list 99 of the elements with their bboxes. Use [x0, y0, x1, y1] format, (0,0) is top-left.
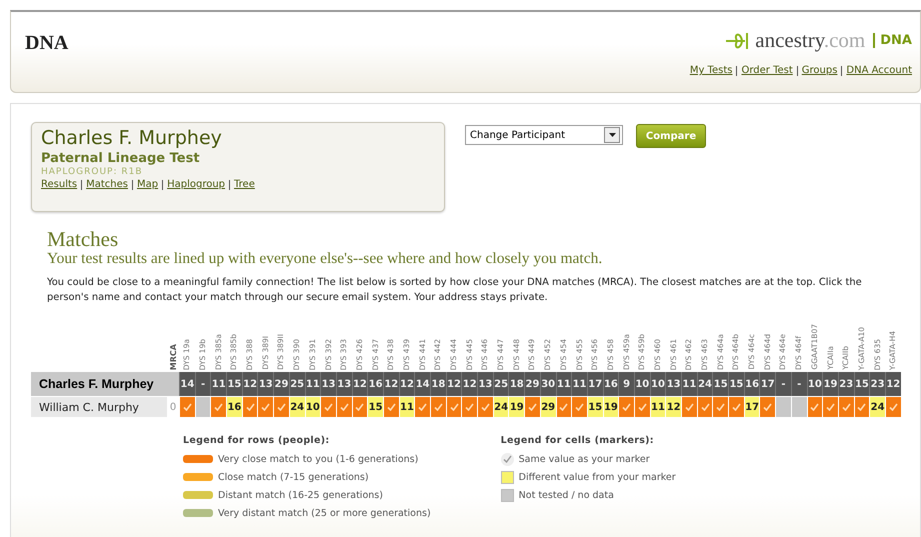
marker-value: 11: [304, 372, 320, 396]
test-name: Paternal Lineage Test: [41, 151, 201, 166]
marker-value: 16: [602, 372, 618, 396]
legend-title: Legend for cells (markers):: [500, 435, 655, 446]
marker-value: -: [775, 372, 791, 396]
match-cell: 24: [869, 397, 885, 417]
marker-value: 17: [759, 372, 776, 396]
match-name[interactable]: William C. Murphy: [31, 397, 167, 417]
marker-value: 14: [414, 372, 430, 396]
match-cell: 12: [665, 397, 681, 417]
marker-value: 25: [492, 372, 508, 396]
legend-title: Legend for rows (people):: [183, 435, 330, 446]
marker-value: 9: [618, 372, 634, 396]
marker-value: 29: [524, 372, 540, 396]
marker-value: 17: [586, 372, 603, 396]
marker-value: 10: [806, 372, 822, 396]
marker-value: 15: [854, 372, 870, 396]
match-cell: 19: [508, 397, 524, 417]
marker-value: 18: [508, 372, 524, 396]
marker-value: 12: [352, 372, 368, 396]
participant-link[interactable]: Haplogroup: [167, 179, 226, 190]
check-icon: [528, 403, 537, 411]
check-icon: [763, 403, 772, 411]
check-icon: [386, 403, 396, 411]
marker-value: 23: [838, 372, 854, 396]
marker-value: 13: [336, 372, 352, 396]
participant-name: Charles F. Murphey: [41, 127, 223, 149]
legend-label: Very close match to you (1-6 generations): [218, 454, 418, 464]
row-name: Charles F. Murphey: [31, 372, 179, 396]
marker-value: 13: [320, 372, 336, 396]
marker-value: 30: [540, 372, 556, 396]
marker-value: 25: [288, 372, 304, 396]
legend-label: Not tested / no data: [518, 490, 614, 500]
marker-value: 12: [884, 372, 901, 396]
marker-value: 15: [728, 372, 744, 396]
match-cell: 15: [586, 397, 603, 417]
marker-value: 19: [822, 372, 838, 396]
match-cell: 11: [398, 397, 414, 417]
participant-link[interactable]: Matches: [86, 179, 128, 190]
marker-value: -: [790, 372, 806, 396]
participant-link[interactable]: Map: [136, 179, 158, 190]
haplogroup-label: HAPLOGROUP: R1B: [41, 167, 144, 177]
legend-label: Distant match (16-25 generations): [218, 490, 383, 500]
match-cell: 29: [540, 397, 556, 417]
check-icon: [214, 403, 224, 411]
marker-value: 13: [665, 372, 681, 396]
participant-link[interactable]: Results: [41, 179, 78, 190]
marker-value: 13: [257, 372, 274, 396]
participant-dropdown[interactable]: Change Participant: [465, 125, 623, 145]
marker-value: 10: [634, 372, 650, 396]
marker-value: 12: [382, 372, 399, 396]
marker-value: 11: [681, 372, 697, 396]
mrca-value: 0: [168, 400, 178, 414]
nav-link[interactable]: Groups: [802, 65, 838, 76]
legend-label: Same value as your marker: [518, 454, 650, 464]
match-cell: 10: [304, 397, 320, 417]
marker-value: 18: [430, 372, 446, 396]
marker-value: 11: [210, 372, 226, 396]
match-cell: 11: [650, 397, 666, 417]
page-title: DNA: [25, 32, 68, 56]
marker-value: 11: [556, 372, 572, 396]
check-icon: [888, 403, 898, 411]
marker-value: 11: [571, 372, 587, 396]
legend-label: Close match (7-15 generations): [218, 472, 369, 482]
match-cell: 16: [226, 397, 242, 417]
participant-link[interactable]: Tree: [234, 179, 255, 190]
marker-value: 29: [273, 372, 289, 396]
check-icon: [182, 403, 192, 411]
match-cell: 24: [492, 397, 508, 417]
nav-link[interactable]: My Tests: [690, 65, 732, 76]
marker-value: 10: [650, 372, 666, 396]
marker-value: 16: [744, 372, 760, 396]
match-cell: 19: [602, 397, 618, 417]
match-cell: 15: [367, 397, 383, 417]
marker-value: 14: [179, 372, 195, 396]
description: You could be close to a meaningful family connection! The list below is sorted by how close your DNA matches (MRCA). The closest matches are at the top. Click the person's name and contact your match through our secure email system. Your address stays private.: [47, 276, 863, 305]
marker-value: 15: [712, 372, 728, 396]
logo-text: ancestry.com: [755, 28, 866, 53]
logo-product: DNA: [873, 33, 912, 48]
match-cell: 24: [288, 397, 304, 417]
marker-value: 12: [242, 372, 258, 396]
nav-link[interactable]: DNA Account: [846, 65, 912, 76]
nav-link[interactable]: Order Test: [741, 65, 793, 76]
marker-value: 24: [696, 372, 712, 396]
legend-label: Different value from your marker: [518, 472, 676, 482]
column-header: MRCA: [168, 344, 178, 370]
marker-value: 12: [461, 372, 478, 396]
legend-label: Very distant match (25 or more generations): [218, 508, 431, 518]
match-cell: 17: [744, 397, 760, 417]
marker-value: 16: [367, 372, 383, 396]
caret-icon: [608, 133, 616, 137]
marker-value: 15: [226, 372, 242, 396]
marker-value: 23: [869, 372, 885, 396]
marker-value: 13: [477, 372, 493, 396]
marker-value: -: [194, 372, 210, 396]
section-title: Matches: [47, 228, 120, 250]
section-subtitle: Your test results are lined up with everyone else's--see where and how closely you match.: [47, 250, 604, 267]
marker-value: 12: [398, 372, 414, 396]
marker-value: 12: [446, 372, 462, 396]
